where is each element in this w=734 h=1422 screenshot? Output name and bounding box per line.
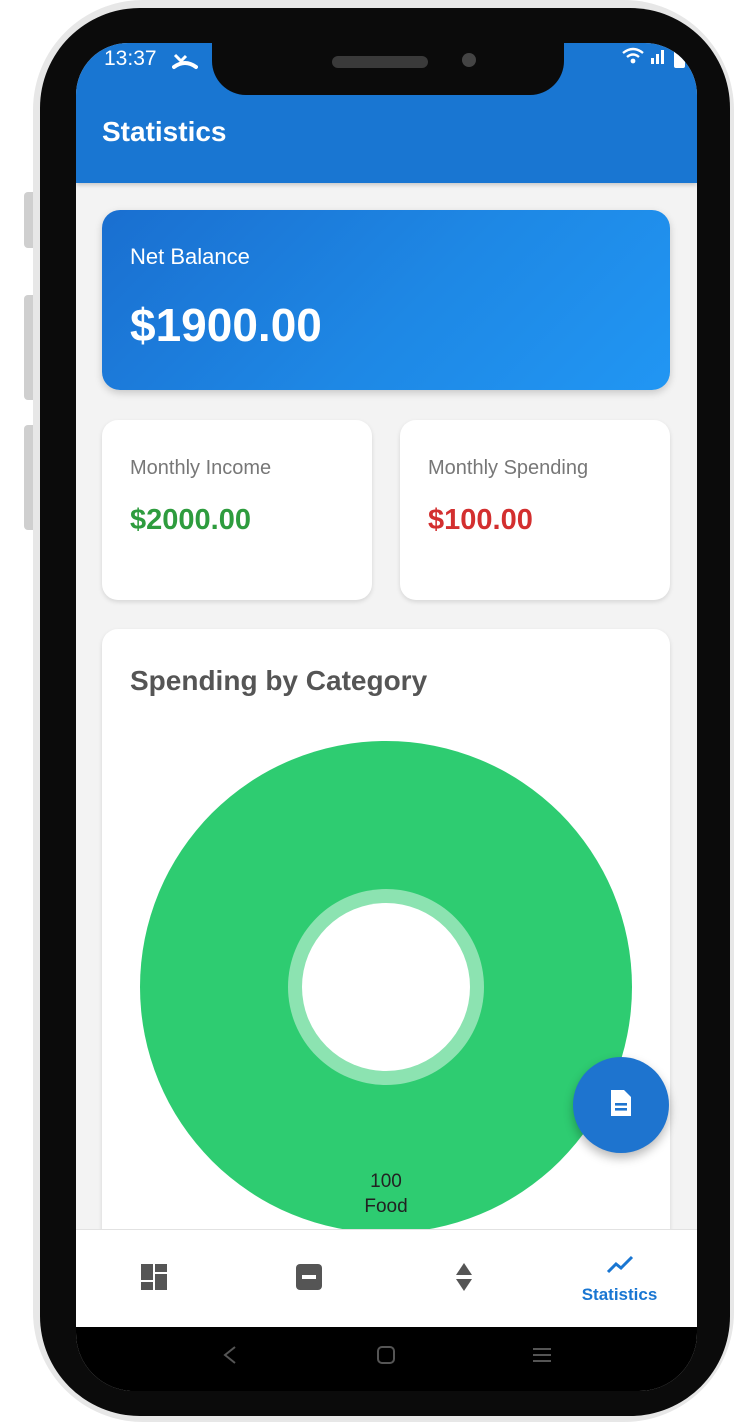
nav-dashboard[interactable]: [76, 1230, 231, 1328]
net-balance-value: $1900.00: [130, 299, 322, 351]
monthly-spending-label: Monthly Spending: [428, 457, 589, 479]
net-balance-label: Net Balance: [130, 244, 250, 269]
dashboard-icon: [139, 1262, 169, 1297]
document-icon: [609, 1088, 633, 1123]
phone-screen: 13:37 Statistics Net Balance $1900.00 Mo…: [76, 43, 697, 1391]
monthly-income-value: $2000.00: [130, 504, 251, 536]
speaker-grille: [332, 56, 428, 68]
nav-statistics-label: Statistics: [581, 1284, 658, 1304]
monthly-spending-card: Monthly Spending $100.00: [400, 420, 670, 600]
missed-call-icon: [172, 48, 198, 76]
front-camera: [462, 53, 476, 67]
monthly-spending-value: $100.00: [428, 504, 533, 536]
minus-box-icon: [295, 1263, 323, 1296]
sort-icon: [455, 1262, 473, 1297]
camera-notch: [212, 43, 564, 95]
system-navigation-bar: [76, 1327, 697, 1391]
donut-chart: 100 Food: [140, 741, 632, 1233]
wifi-icon: [622, 47, 644, 70]
trending-up-icon: [606, 1254, 634, 1279]
bottom-navigation: Statistics: [76, 1229, 697, 1327]
status-time: 13:37: [104, 47, 157, 70]
slice-value-label: 100: [370, 1171, 402, 1192]
report-fab-button[interactable]: [573, 1057, 669, 1153]
donut-hole: [302, 903, 470, 1071]
status-icons: [622, 47, 685, 70]
spending-chart-card: Spending by Category 100 Food: [102, 629, 670, 1269]
signal-icon: [650, 47, 668, 70]
page-title: Statistics: [102, 116, 227, 147]
net-balance-card: Net Balance $1900.00: [102, 210, 670, 390]
home-icon[interactable]: [376, 1345, 396, 1370]
recents-icon[interactable]: [532, 1345, 552, 1370]
back-icon[interactable]: [222, 1345, 238, 1370]
nav-statistics[interactable]: Statistics: [542, 1230, 697, 1328]
battery-icon: [674, 49, 685, 68]
nav-transactions[interactable]: [386, 1230, 541, 1328]
slice-category-label: Food: [364, 1196, 407, 1217]
monthly-income-label: Monthly Income: [130, 457, 272, 479]
nav-expenses[interactable]: [231, 1230, 386, 1328]
monthly-income-card: Monthly Income $2000.00: [102, 420, 372, 600]
